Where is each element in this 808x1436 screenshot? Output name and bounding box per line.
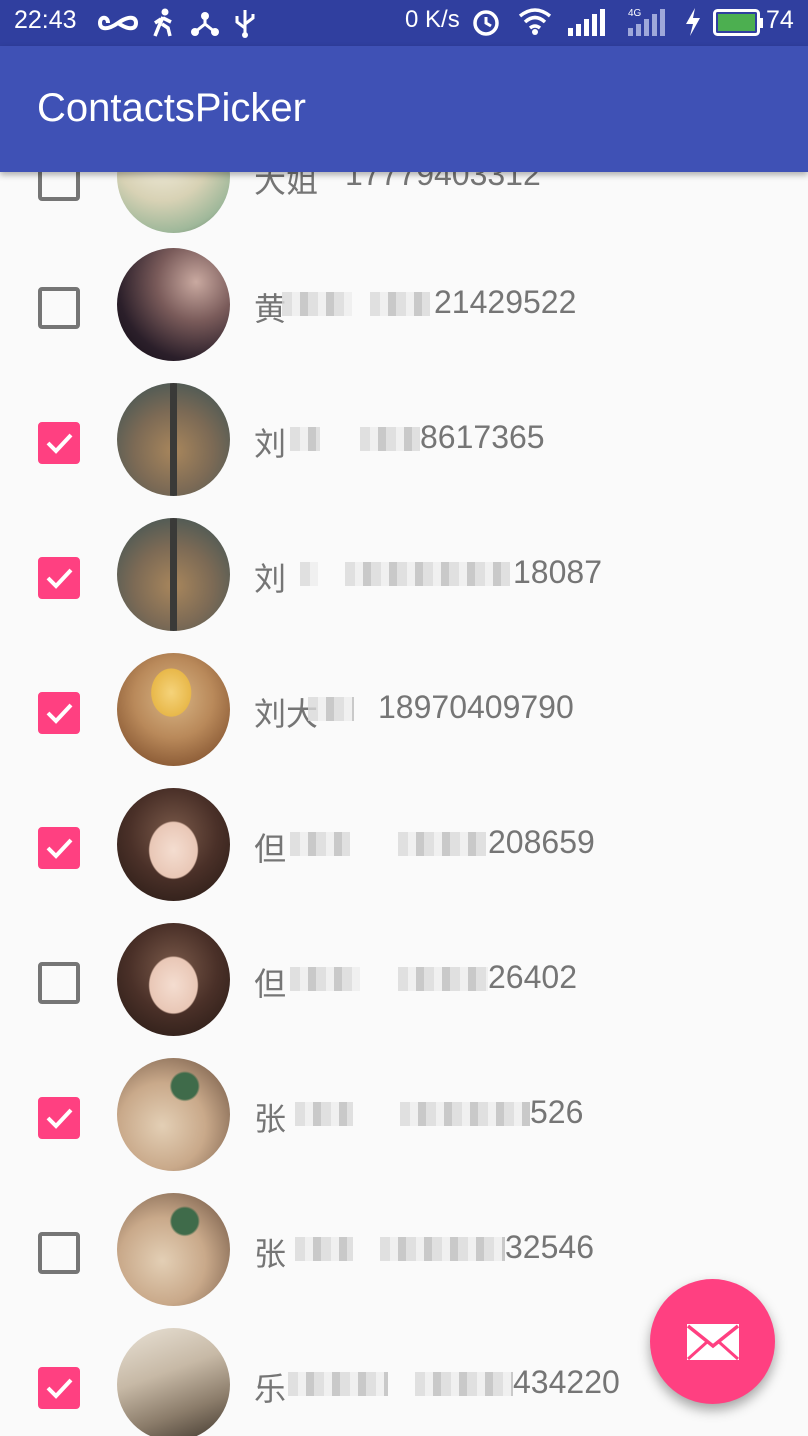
redaction-mark bbox=[380, 1237, 505, 1261]
contact-name: 大姐 bbox=[254, 172, 319, 200]
contact-checkbox[interactable] bbox=[38, 1367, 80, 1409]
battery-icon bbox=[713, 9, 763, 36]
redaction-mark bbox=[345, 562, 510, 586]
checkmark-icon bbox=[46, 838, 73, 859]
redaction-mark bbox=[370, 292, 430, 316]
contact-name: 张 bbox=[254, 1235, 287, 1273]
share-icon bbox=[191, 12, 219, 36]
contact-avatar bbox=[117, 923, 230, 1036]
status-time: 22:43 bbox=[14, 6, 77, 34]
walking-icon bbox=[153, 8, 172, 37]
battery-percent: 74 bbox=[766, 6, 794, 34]
contact-row[interactable]: 刘 8617365 bbox=[0, 375, 808, 510]
contact-avatar bbox=[117, 1193, 230, 1306]
contact-name: 但 bbox=[254, 965, 287, 1003]
wifi-icon bbox=[518, 8, 552, 35]
redaction-mark bbox=[290, 427, 320, 451]
alarm-icon bbox=[473, 10, 499, 36]
charging-icon bbox=[686, 8, 700, 36]
redaction-mark bbox=[295, 1237, 353, 1261]
checkmark-icon bbox=[46, 568, 73, 589]
contact-avatar bbox=[117, 248, 230, 361]
app-bar: ContactsPicker bbox=[0, 46, 808, 172]
contact-name: 刘 bbox=[254, 560, 287, 598]
contact-checkbox[interactable] bbox=[38, 1232, 80, 1274]
redaction-mark bbox=[282, 292, 352, 316]
redaction-mark bbox=[295, 1102, 353, 1126]
send-mail-button[interactable] bbox=[650, 1279, 775, 1404]
contact-checkbox[interactable] bbox=[38, 557, 80, 599]
redaction-mark bbox=[300, 562, 318, 586]
mail-icon bbox=[686, 1324, 740, 1361]
contact-avatar bbox=[117, 1328, 230, 1436]
contact-phone: 18087 bbox=[513, 554, 602, 590]
redaction-mark bbox=[415, 1372, 513, 1396]
checkmark-icon bbox=[46, 703, 73, 724]
redaction-mark bbox=[398, 967, 488, 991]
redaction-mark bbox=[308, 697, 354, 721]
contact-phone: 434220 bbox=[513, 1364, 620, 1400]
contact-phone: 18970409790 bbox=[378, 689, 574, 725]
contact-avatar bbox=[117, 1058, 230, 1171]
contact-avatar bbox=[117, 653, 230, 766]
contact-row[interactable]: 大姐 17779403312 bbox=[0, 172, 808, 247]
redaction-mark bbox=[290, 967, 360, 991]
contact-list[interactable]: 大姐 17779403312 黄 21429522 刘 8617365 刘 18… bbox=[0, 172, 808, 1436]
redaction-mark bbox=[288, 1372, 388, 1396]
contact-row[interactable]: 刘 18087 bbox=[0, 510, 808, 645]
svg-text:4G: 4G bbox=[628, 8, 642, 19]
contact-row[interactable]: 刘大 18970409790 bbox=[0, 645, 808, 780]
contact-checkbox[interactable] bbox=[38, 172, 80, 201]
redaction-mark bbox=[400, 1102, 530, 1126]
contact-row[interactable]: 但 26402 bbox=[0, 915, 808, 1050]
usb-icon bbox=[235, 10, 255, 38]
contact-phone: 26402 bbox=[488, 959, 577, 995]
contact-checkbox[interactable] bbox=[38, 422, 80, 464]
signal-4g-icon: 4G bbox=[628, 8, 665, 36]
contact-row[interactable]: 黄 21429522 bbox=[0, 240, 808, 375]
contact-avatar bbox=[117, 383, 230, 496]
contact-row[interactable]: 但 208659 bbox=[0, 780, 808, 915]
contact-checkbox[interactable] bbox=[38, 962, 80, 1004]
contact-phone: 21429522 bbox=[434, 284, 577, 320]
contact-avatar bbox=[117, 172, 230, 233]
contact-phone: 208659 bbox=[488, 824, 595, 860]
contact-phone: 8617365 bbox=[420, 419, 545, 455]
redaction-mark bbox=[398, 832, 486, 856]
contact-avatar bbox=[117, 518, 230, 631]
contact-name: 张 bbox=[254, 1100, 287, 1138]
contact-phone: 526 bbox=[530, 1094, 584, 1130]
contact-phone: 32546 bbox=[505, 1229, 594, 1265]
checkmark-icon bbox=[46, 1378, 73, 1399]
contact-name: 但 bbox=[254, 830, 287, 868]
app-title: ContactsPicker bbox=[37, 86, 306, 130]
checkmark-icon bbox=[46, 433, 73, 454]
contact-name: 乐 bbox=[254, 1370, 287, 1408]
contact-checkbox[interactable] bbox=[38, 1097, 80, 1139]
contact-checkbox[interactable] bbox=[38, 827, 80, 869]
redaction-mark bbox=[360, 427, 420, 451]
contact-name: 刘 bbox=[254, 425, 287, 463]
checkmark-icon bbox=[46, 1108, 73, 1129]
status-bar: 22:43 0 K/s 4G 74 bbox=[0, 0, 808, 46]
contact-avatar bbox=[117, 788, 230, 901]
contact-row[interactable]: 张 526 bbox=[0, 1050, 808, 1185]
infinity-icon bbox=[98, 15, 138, 31]
network-speed: 0 K/s bbox=[405, 6, 460, 33]
contact-checkbox[interactable] bbox=[38, 692, 80, 734]
signal-icon bbox=[568, 9, 605, 36]
redaction-mark bbox=[290, 832, 350, 856]
contact-checkbox[interactable] bbox=[38, 287, 80, 329]
contact-phone: 17779403312 bbox=[345, 172, 541, 192]
